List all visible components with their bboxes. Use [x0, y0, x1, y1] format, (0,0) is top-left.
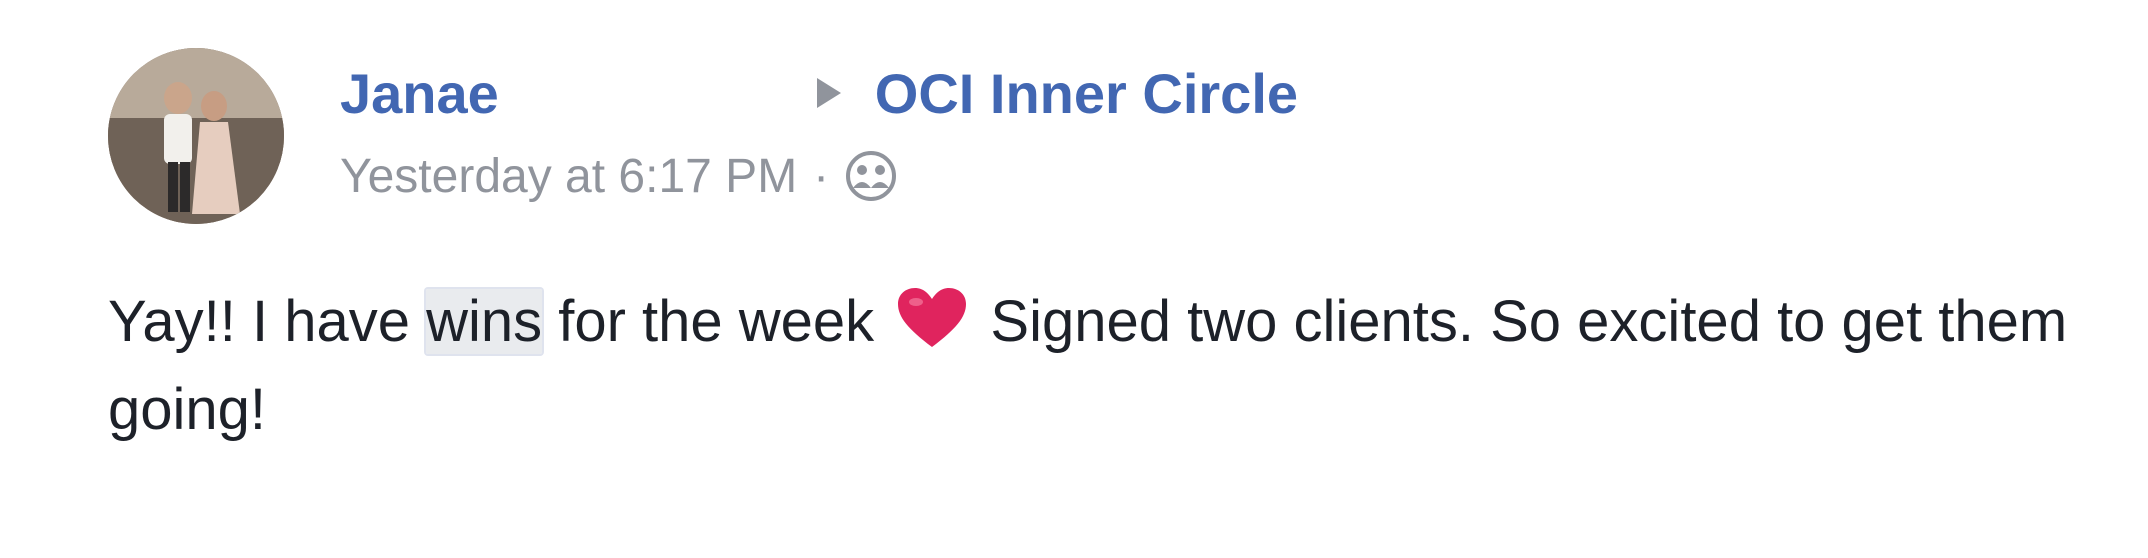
author-name-link[interactable]: Janae — [340, 61, 499, 126]
post-meta: Yesterday at 6:17 PM · — [340, 146, 899, 206]
post-header: Janae OCI Inner Circle — [340, 58, 1298, 128]
message-text-1: Yay!! I have — [108, 289, 427, 354]
author-avatar[interactable] — [108, 48, 284, 224]
highlighted-word: wins — [426, 289, 543, 354]
meta-separator: · — [813, 149, 830, 203]
post-timestamp-link[interactable]: Yesterday at 6:17 PM — [340, 149, 797, 204]
heart-emoji-icon — [896, 287, 968, 351]
avatar-photo — [108, 48, 284, 224]
message-text-2: for the week — [542, 289, 891, 354]
triangle-right-icon — [816, 78, 841, 108]
group-name-link[interactable]: OCI Inner Circle — [875, 61, 1298, 126]
post-message: Yay!! I have wins for the week Signed tw… — [108, 278, 2138, 454]
group-audience-icon[interactable] — [843, 148, 899, 204]
feed-post: Janae OCI Inner Circle Yesterday at 6:17… — [0, 0, 2148, 558]
